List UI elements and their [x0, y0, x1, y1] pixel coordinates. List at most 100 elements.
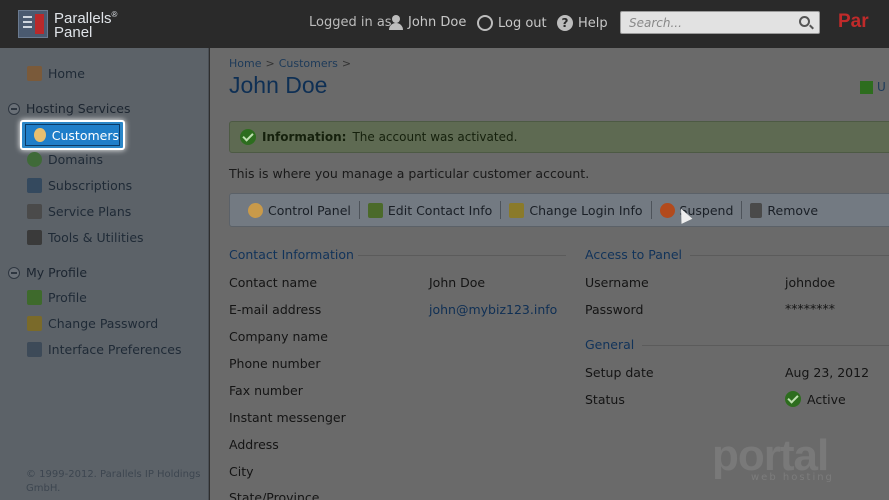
top-right-link[interactable]: U	[860, 80, 886, 94]
portal-watermark-subtitle: web hosting	[751, 472, 834, 483]
status-value: Active	[807, 391, 846, 407]
sidebar-item-label: Domains	[48, 152, 104, 167]
service-plan-icon	[27, 204, 42, 219]
phone-label: Phone number	[229, 356, 321, 371]
sidebar-item-customers[interactable]: Customers	[20, 120, 125, 150]
profile-icon	[27, 290, 42, 305]
user-icon	[389, 15, 403, 30]
key-icon	[509, 202, 525, 218]
sidebar-group-hosting[interactable]: Hosting Services	[8, 101, 130, 116]
contact-name-label: Contact name	[229, 275, 318, 290]
logout-link[interactable]: Log out	[477, 15, 547, 31]
fax-label: Fax number	[229, 383, 303, 398]
logged-in-label: Logged in as	[309, 15, 392, 30]
email-link[interactable]: john@mybiz123.info	[429, 302, 557, 317]
subscription-icon	[27, 178, 42, 193]
preferences-icon	[27, 342, 42, 357]
suspend-button[interactable]: Suspend	[652, 202, 742, 218]
sidebar-item-service-plans[interactable]: Service Plans	[27, 204, 131, 219]
logo-line2: Panel	[54, 24, 93, 41]
city-label: City	[229, 464, 254, 479]
breadcrumb-home[interactable]: Home	[229, 57, 261, 70]
setup-date-value: Aug 23, 2012	[785, 365, 870, 380]
collapse-icon	[8, 102, 20, 115]
sidebar-item-label: Subscriptions	[48, 178, 133, 193]
edit-contact-button[interactable]: Edit Contact Info	[360, 202, 500, 218]
collapse-icon	[8, 266, 20, 279]
help-label: Help	[578, 15, 608, 31]
breadcrumb-customers[interactable]: Customers	[279, 57, 338, 70]
sidebar-item-home[interactable]: Home	[27, 66, 85, 81]
sidebar-item-label: Customers	[51, 127, 119, 143]
change-login-label: Change Login Info	[529, 202, 643, 218]
setup-date-label: Setup date	[585, 365, 654, 380]
section-divider	[642, 345, 889, 346]
contact-section-title: Contact Information	[229, 247, 354, 262]
info-message: Information: The account was activated.	[229, 121, 889, 153]
username-label: Username	[585, 275, 649, 290]
message-label: Information:	[262, 130, 347, 144]
sidebar-item-label: Interface Preferences	[48, 342, 182, 357]
parallels-logo-icon	[18, 10, 48, 38]
sidebar-item-label: Profile	[48, 290, 87, 305]
company-label: Company name	[229, 329, 328, 344]
active-check-icon	[785, 391, 801, 407]
sidebar-item-label: Change Password	[48, 316, 159, 331]
top-bar: Parallels® Panel Logged in as John Doe L…	[0, 0, 889, 48]
edit-contact-icon	[367, 202, 383, 218]
trash-icon	[750, 202, 763, 218]
search-input[interactable]: Search...	[620, 11, 820, 34]
logo-text: Parallels® Panel	[54, 10, 118, 41]
sidebar-item-label: Service Plans	[48, 204, 132, 219]
status-label: Status	[585, 392, 625, 407]
current-user[interactable]: John Doe	[389, 15, 466, 30]
help-link[interactable]: ? Help	[557, 15, 608, 31]
breadcrumb-separator: >	[265, 57, 275, 70]
sidebar-item-interface-preferences[interactable]: Interface Preferences	[27, 342, 181, 357]
breadcrumb: Home > Customers >	[229, 57, 355, 70]
sidebar-item-change-password[interactable]: Change Password	[27, 316, 158, 331]
key-icon	[27, 316, 42, 331]
search-icon[interactable]	[799, 16, 810, 27]
power-icon	[477, 15, 493, 31]
sidebar-item-subscriptions[interactable]: Subscriptions	[27, 178, 132, 193]
sidebar-item-tools[interactable]: Tools & Utilities	[27, 230, 144, 245]
change-login-button[interactable]: Change Login Info	[501, 202, 650, 218]
success-icon	[240, 129, 256, 145]
password-value: ********	[785, 301, 835, 316]
status-badge: Active	[785, 391, 846, 407]
sidebar-group-profile[interactable]: My Profile	[8, 265, 87, 280]
edit-contact-label: Edit Contact Info	[387, 202, 493, 218]
control-panel-button[interactable]: Control Panel	[240, 202, 359, 218]
parallels-logo[interactable]: Parallels® Panel	[18, 9, 118, 41]
access-section-title: Access to Panel	[585, 247, 683, 262]
parallels-brand-logo: Par	[838, 11, 869, 32]
contact-name-value: John Doe	[429, 275, 486, 290]
email-label: E-mail address	[229, 302, 322, 317]
sidebar-group-label: Hosting Services	[26, 101, 131, 116]
breadcrumb-separator: >	[341, 57, 352, 70]
sidebar-item-domains[interactable]: Domains	[27, 152, 103, 167]
current-user-name: John Doe	[408, 15, 467, 30]
page-title: John Doe	[229, 72, 328, 98]
sidebar: Home Hosting Services Customers Domains …	[0, 48, 209, 500]
search-placeholder: Search...	[629, 16, 682, 30]
section-divider	[690, 255, 889, 256]
up-level-icon	[860, 80, 873, 94]
messenger-label: Instant messenger	[229, 410, 346, 425]
tools-icon	[27, 230, 42, 245]
home-icon	[27, 66, 42, 81]
message-text: The account was activated.	[352, 130, 518, 144]
top-right-link-label: U	[877, 80, 886, 94]
address-label: Address	[229, 437, 279, 452]
sidebar-item-label: Home	[48, 66, 85, 81]
main-content: Home > Customers > John Doe U Information: …	[210, 48, 889, 500]
globe-icon	[27, 152, 42, 167]
sidebar-group-label: My Profile	[26, 265, 88, 280]
intro-text: This is where you manage a particular cu…	[229, 166, 590, 181]
control-panel-icon	[248, 202, 263, 218]
remove-button[interactable]: Remove	[742, 202, 826, 218]
logout-label: Log out	[498, 15, 547, 31]
help-icon: ?	[557, 15, 573, 31]
sidebar-item-profile[interactable]: Profile	[27, 290, 87, 305]
